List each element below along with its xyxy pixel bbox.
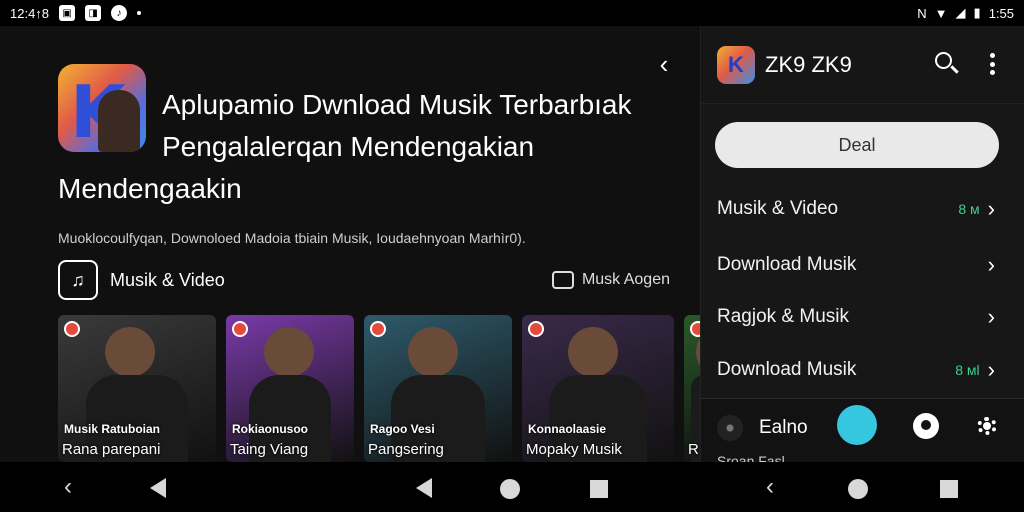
- title-line: Pengalalerqan Mendengakian: [162, 131, 535, 162]
- channel-badge-icon: [232, 321, 248, 337]
- chevron-right-icon: ›: [987, 304, 995, 329]
- title-line: Mendengaakin: [58, 173, 242, 204]
- music-category-icon: ♫: [58, 260, 98, 300]
- menu-item-count: 8 ᴍl: [955, 362, 980, 378]
- image-icon: ▣: [59, 5, 76, 21]
- chevron-left-icon[interactable]: ‹: [650, 49, 678, 79]
- media-card[interactable]: Musik Ratuboian Rana parepani: [58, 315, 216, 462]
- chevron-left-icon[interactable]: ‹: [64, 474, 72, 500]
- signal-icon: ◢: [955, 5, 966, 20]
- vinyl-icon: [717, 415, 743, 441]
- artist-photo: [408, 327, 459, 377]
- menu-item-musik-video[interactable]: Musik & Video 8 ᴍ ›: [701, 183, 1024, 235]
- channel-badge-icon: [64, 321, 80, 337]
- app-description: Muoklocoulfyqan, Downoloed Madoia tbiain…: [58, 230, 526, 246]
- channel-badge-icon: [690, 321, 700, 337]
- wifi-icon: ▼: [934, 5, 948, 21]
- more-options-icon[interactable]: [985, 50, 999, 78]
- music-icon: ♪: [111, 5, 128, 21]
- home-icon[interactable]: [500, 479, 520, 499]
- menu-item-download-musik-2[interactable]: Download Musik 8 ᴍl ›: [701, 344, 1024, 396]
- recents-icon[interactable]: [590, 480, 608, 498]
- artist-photo: [105, 327, 156, 377]
- app-detail-panel: ‹ K Aplupamio Dwnload Musik Terbarbıak P…: [0, 26, 700, 462]
- drawer-header: K ZK9 ZK9: [701, 26, 1024, 104]
- menu-item-count: 8 ᴍ: [958, 201, 980, 217]
- card-caption-top: Musik Ratuboian: [64, 422, 161, 436]
- media-icon: [551, 271, 574, 289]
- channel-badge-icon: [528, 321, 544, 337]
- photo-icon: ◨: [85, 5, 102, 21]
- status-bar: 12:4↑8 ▣ ◨ ♪ N ▼ ◢ ▮ 1:55: [0, 0, 1024, 26]
- media-card[interactable]: Rokiaonusoo Taing Viang: [226, 315, 354, 462]
- recents-icon[interactable]: [940, 480, 958, 498]
- battery-icon: ▮: [973, 5, 981, 20]
- status-time: 12:4↑8: [10, 5, 50, 21]
- dot-icon: [137, 11, 142, 15]
- side-drawer: K ZK9 ZK9 Deal Musik & Video 8 ᴍ › Downl…: [700, 26, 1024, 469]
- nfc-icon: N: [917, 5, 927, 21]
- player-title: Ealno: [759, 417, 808, 438]
- chevron-left-icon[interactable]: ‹: [766, 474, 774, 500]
- back-icon[interactable]: [416, 478, 432, 498]
- media-card[interactable]: R: [684, 315, 700, 462]
- menu-item-label: Ragjok & Musik: [717, 306, 849, 327]
- more-link[interactable]: Musk Aogen: [551, 271, 670, 289]
- menu-item-download-musik[interactable]: Download Musik ›: [701, 239, 1024, 291]
- location-icon[interactable]: [913, 413, 939, 439]
- card-caption-top: Rokiaonusoo: [232, 422, 309, 436]
- chevron-right-icon: ›: [987, 357, 995, 382]
- artist-photo: [567, 327, 618, 377]
- search-icon[interactable]: [933, 50, 961, 78]
- media-card[interactable]: Ragoo Vesi Pangsering: [364, 315, 512, 462]
- menu-item-ragjok-musik[interactable]: Ragjok & Musik ›: [701, 291, 1024, 343]
- drawer-title: ZK9 ZK9: [765, 51, 852, 77]
- category-label: Musik & Video: [110, 269, 225, 290]
- more-link-label: Musk Aogen: [581, 271, 670, 288]
- menu-item-label: Musik & Video: [717, 198, 839, 219]
- play-button[interactable]: [837, 405, 877, 445]
- menu-item-label: Download Musik: [717, 254, 857, 275]
- channel-badge-icon: [370, 321, 386, 337]
- title-line: Aplupamio Dwnload Musik Terbarbıak: [162, 89, 632, 120]
- app-logo-small: K: [717, 45, 755, 84]
- navigation-bar: ‹ ‹: [0, 462, 1024, 512]
- card-carousel[interactable]: Musik Ratuboian Rana parepani Rokiaonusoo T…: [58, 315, 700, 462]
- category-row: ♫ Musik & Video Musk Aogen: [58, 260, 670, 300]
- card-title: Mopaky Musik: [526, 441, 622, 458]
- chevron-right-icon: ›: [987, 196, 995, 221]
- deal-button[interactable]: Deal: [715, 122, 999, 168]
- artist-photo: [264, 327, 315, 377]
- card-caption-top: Konnaolaasie: [528, 422, 607, 436]
- settings-icon[interactable]: [973, 413, 1001, 439]
- card-title: Taing Viang: [230, 441, 309, 458]
- card-title: Rana parepani: [62, 441, 161, 458]
- media-card[interactable]: Konnaolaasie Mopaky Musik: [522, 315, 674, 462]
- home-icon[interactable]: [848, 479, 868, 499]
- menu-item-label: Download Musik: [717, 359, 857, 380]
- status-clock: 1:55: [988, 5, 1014, 21]
- card-caption-top: Ragoo Vesi: [370, 422, 435, 436]
- mini-player: Ealno Sroan Fasl: [701, 398, 1024, 469]
- card-title: R: [688, 441, 699, 458]
- back-icon[interactable]: [150, 478, 166, 498]
- page-title: Aplupamio Dwnload Musik Terbarbıak Penga…: [58, 84, 658, 210]
- chevron-right-icon: ›: [987, 252, 995, 277]
- card-title: Pangsering: [368, 441, 444, 458]
